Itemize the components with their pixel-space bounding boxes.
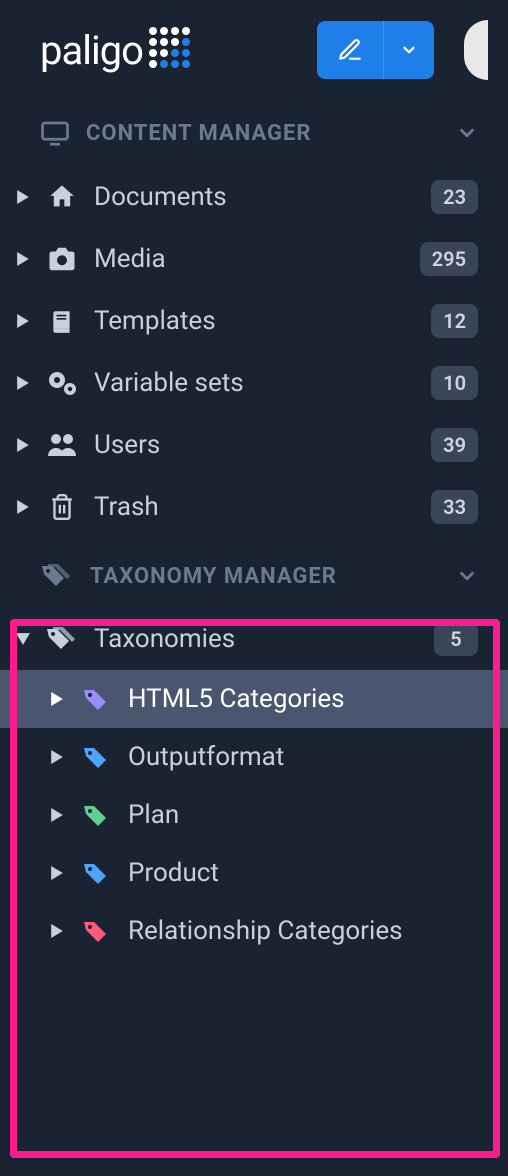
sidebar-item-label: Trash	[94, 492, 417, 522]
trash-icon	[44, 493, 80, 521]
taxonomy-item-label: Plan	[128, 800, 478, 830]
sidebar-item-label: Media	[94, 244, 406, 274]
sidebar-item-templates[interactable]: Templates 12	[0, 290, 508, 352]
taxonomy-item-label: Product	[128, 858, 478, 888]
caret-down-icon[interactable]	[16, 633, 30, 645]
sidebar-item-trash[interactable]: Trash 33	[0, 476, 508, 538]
chevron-down-icon	[400, 41, 418, 59]
caret-right-icon[interactable]	[16, 314, 30, 328]
chevron-down-icon[interactable]	[456, 565, 478, 587]
chevron-down-icon[interactable]	[456, 122, 478, 144]
book-icon	[44, 308, 80, 334]
tags-icon	[44, 625, 80, 653]
caret-right-icon[interactable]	[50, 750, 64, 764]
tag-icon	[78, 803, 114, 827]
sidebar-item-label: Documents	[94, 182, 417, 212]
tag-icon	[78, 745, 114, 769]
caret-right-icon[interactable]	[50, 866, 64, 880]
sidebar-item-media[interactable]: Media 295	[0, 228, 508, 290]
content-manager-header[interactable]: CONTENT MANAGER	[0, 100, 508, 166]
taxonomy-item[interactable]: Plan	[0, 786, 508, 844]
avatar[interactable]	[464, 20, 488, 80]
edit-button[interactable]	[317, 21, 434, 79]
gears-icon	[44, 369, 80, 397]
taxonomy-item[interactable]: Product	[0, 844, 508, 902]
brand-text: paligo	[40, 27, 143, 74]
taxonomy-item-label: HTML5 Categories	[128, 684, 478, 714]
count-badge: 5	[434, 622, 478, 656]
camera-icon	[44, 246, 80, 272]
content-manager-title: CONTENT MANAGER	[86, 121, 440, 146]
tag-icon	[78, 861, 114, 885]
caret-right-icon[interactable]	[16, 376, 30, 390]
sidebar-item-documents[interactable]: Documents 23	[0, 166, 508, 228]
taxonomy-manager-header[interactable]: TAXONOMY MANAGER	[0, 544, 508, 608]
count-badge: 23	[431, 180, 478, 214]
users-icon	[44, 432, 80, 458]
count-badge: 12	[431, 304, 478, 338]
brand-dots-icon	[149, 27, 190, 68]
count-badge: 295	[420, 242, 478, 276]
edit-dropdown-toggle[interactable]	[383, 21, 434, 79]
sidebar-item-label: Users	[94, 430, 417, 460]
caret-right-icon[interactable]	[50, 808, 64, 822]
count-badge: 33	[431, 490, 478, 524]
home-icon	[44, 183, 80, 211]
count-badge: 39	[431, 428, 478, 462]
count-badge: 10	[431, 366, 478, 400]
caret-right-icon[interactable]	[16, 438, 30, 452]
sidebar-item-label: Variable sets	[94, 368, 417, 398]
brand-logo[interactable]: paligo	[40, 27, 297, 74]
caret-right-icon[interactable]	[50, 924, 64, 938]
taxonomy-item[interactable]: HTML5 Categories	[0, 670, 508, 728]
monitor-icon	[40, 118, 70, 148]
taxonomy-manager-title: TAXONOMY MANAGER	[90, 564, 440, 589]
taxonomy-item[interactable]: Relationship Categories	[0, 902, 508, 960]
caret-right-icon[interactable]	[16, 500, 30, 514]
sidebar-item-label: Taxonomies	[94, 624, 420, 654]
taxonomy-item-label: Outputformat	[128, 742, 478, 772]
sidebar-item-label: Templates	[94, 306, 417, 336]
tag-icon	[78, 919, 114, 943]
caret-right-icon[interactable]	[50, 692, 64, 706]
tags-icon	[40, 562, 74, 590]
sidebar-item-variable-sets[interactable]: Variable sets 10	[0, 352, 508, 414]
edit-icon[interactable]	[317, 21, 383, 79]
sidebar-item-users[interactable]: Users 39	[0, 414, 508, 476]
tag-icon	[78, 687, 114, 711]
taxonomy-item-label: Relationship Categories	[128, 916, 478, 946]
caret-right-icon[interactable]	[16, 190, 30, 204]
sidebar-item-taxonomies[interactable]: Taxonomies 5	[0, 608, 508, 670]
taxonomy-item[interactable]: Outputformat	[0, 728, 508, 786]
caret-right-icon[interactable]	[16, 252, 30, 266]
